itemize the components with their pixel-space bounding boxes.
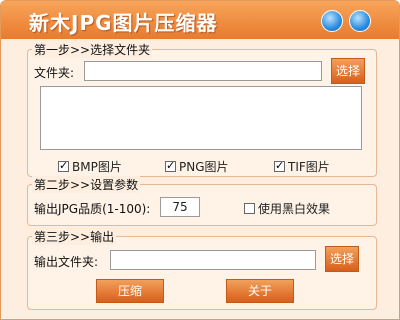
minimize-button[interactable] <box>321 10 343 32</box>
app-title: 新木JPG图片压缩器 <box>29 11 218 35</box>
bmp-checkbox[interactable]: BMP图片 <box>58 158 122 175</box>
folder-label: 文件夹: <box>34 66 75 80</box>
output-input[interactable] <box>110 250 316 270</box>
step3-group: 第三步>>输出 输出文件夹: 选择 压缩 关于 <box>27 228 377 310</box>
about-button[interactable]: 关于 <box>226 279 294 303</box>
tif-checkbox[interactable]: TIF图片 <box>274 158 330 175</box>
file-list[interactable] <box>40 86 362 150</box>
step3-heading: 第三步>>输出 <box>32 228 117 245</box>
png-checkbox[interactable]: PNG图片 <box>165 158 229 175</box>
tif-checkbox-box[interactable] <box>274 159 285 172</box>
folder-input[interactable] <box>84 61 322 81</box>
step2-group: 第二步>>设置参数 输出JPG品质(1-100): 75 使用黑白效果 <box>27 176 377 226</box>
close-button[interactable] <box>349 10 371 32</box>
bw-checkbox[interactable]: 使用黑白效果 <box>244 200 330 217</box>
compress-button[interactable]: 压缩 <box>96 279 164 303</box>
bw-checkbox-label: 使用黑白效果 <box>258 202 331 216</box>
title-bar: 新木JPG图片压缩器 <box>1 1 399 39</box>
step1-heading: 第一步>>选择文件夹 <box>32 41 153 58</box>
step2-heading: 第二步>>设置参数 <box>32 176 141 193</box>
app-window: 新木JPG图片压缩器 第一步>>选择文件夹 文件夹: 选择 BMP图片 PNG图… <box>0 0 400 320</box>
bmp-checkbox-box[interactable] <box>58 159 69 172</box>
select-output-button[interactable]: 选择 <box>325 246 359 272</box>
bmp-checkbox-label: BMP图片 <box>72 160 122 174</box>
quality-input[interactable]: 75 <box>160 197 200 217</box>
png-checkbox-label: PNG图片 <box>179 160 229 174</box>
png-checkbox-box[interactable] <box>165 159 176 172</box>
select-folder-button[interactable]: 选择 <box>331 58 365 84</box>
step1-group: 第一步>>选择文件夹 文件夹: 选择 BMP图片 PNG图片 TIF图片 <box>27 41 377 177</box>
output-label: 输出文件夹: <box>34 255 99 269</box>
quality-label: 输出JPG品质(1-100): <box>34 202 151 216</box>
tif-checkbox-label: TIF图片 <box>288 160 330 174</box>
bw-checkbox-box[interactable] <box>244 203 255 214</box>
